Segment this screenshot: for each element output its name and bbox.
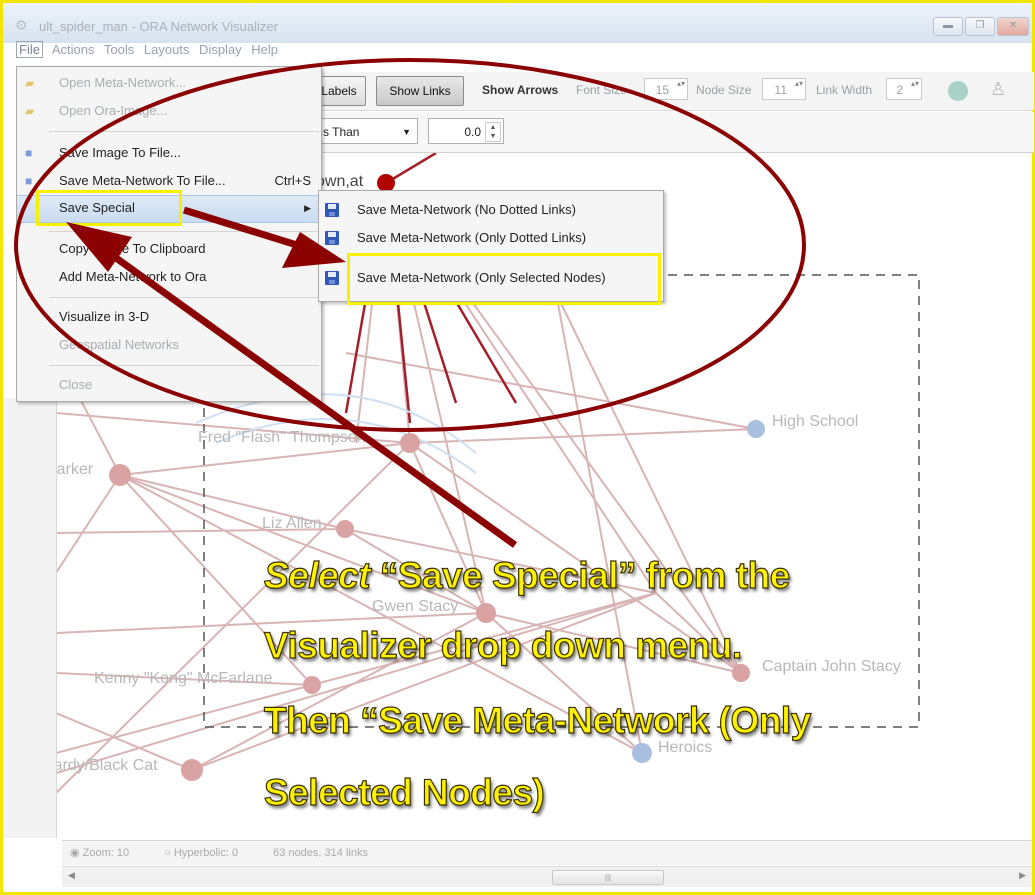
- annotation-ellipse: [14, 58, 806, 432]
- caption-select-word: Select: [263, 554, 371, 596]
- annotation-overlay: [14, 58, 806, 548]
- caption-line-4: Selected Nodes): [263, 771, 545, 813]
- caption-line-1: Select “Save Special” from the: [263, 554, 791, 597]
- caption-line-3: Then “Save Meta-Network (Only: [263, 699, 811, 741]
- caption-line-2: Visualizer drop down menu.: [263, 624, 742, 666]
- arrow-head: [282, 232, 346, 268]
- caption-line-1-rest: “Save Special” from the: [379, 554, 791, 596]
